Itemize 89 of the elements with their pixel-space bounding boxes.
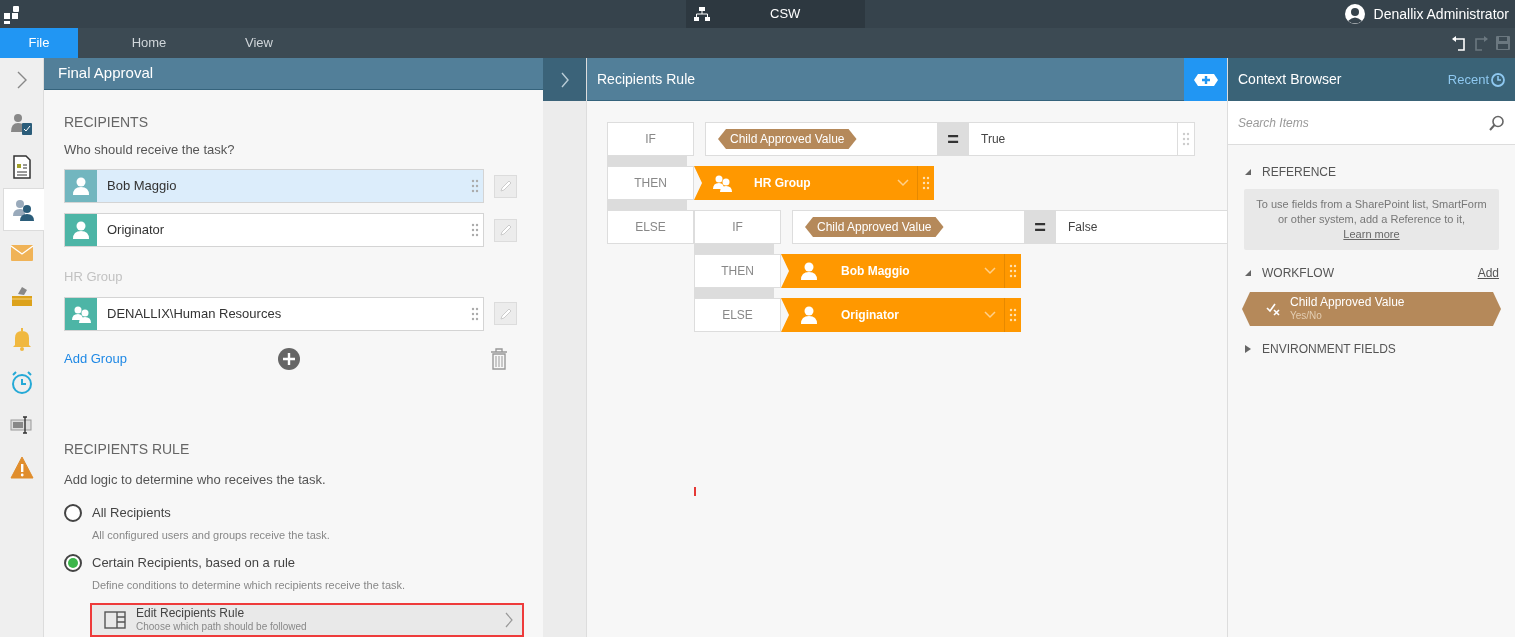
pencil-icon [498,179,513,193]
option-description: Define conditions to determine which recipients receive the task. [92,577,407,593]
user-icon [71,176,91,196]
drag-handle-icon [471,306,479,321]
operator-equals[interactable]: = [937,123,969,155]
triangle-right-icon [1244,345,1252,353]
add-icon[interactable] [276,346,301,371]
user-avatar-icon [1343,3,1366,25]
search-icon [1489,114,1505,131]
learn-more-link[interactable]: Learn more [1343,228,1400,240]
add-item-button[interactable] [1184,58,1227,101]
chevron-right-icon [504,612,514,628]
rail-tab[interactable] [3,188,44,231]
branch-label: THEN [607,166,694,200]
condition-value[interactable]: False [1056,218,1227,236]
pencil-icon [498,306,513,321]
triangle-down-icon [1244,269,1252,277]
info-text: To use fields from a SharePoint list, SmartForm or other system, add a Reference to it, Learn more [1244,189,1499,250]
user-icon [799,261,819,281]
search-field[interactable]: Search Items [1228,101,1515,145]
trash-icon[interactable] [490,347,508,370]
panel-title: Final Approval [44,58,543,90]
user-group-icon [712,173,732,193]
condition-value[interactable]: True [969,130,1177,148]
branch-label: ELSE [607,210,694,244]
hierarchy-icon [694,6,710,22]
section-heading: RECIPIENTS [64,112,149,130]
chevron-down-icon [984,311,996,319]
triangle-down-icon [1244,168,1252,176]
recipient-item[interactable]: Originator [64,213,484,247]
warning-icon [9,455,34,480]
app-grid-icon [2,4,22,24]
section-toggle[interactable]: ENVIRONMENT FIELDS [1244,340,1396,358]
user-name[interactable]: Denallix Administrator [1373,3,1509,25]
recipient-item[interactable]: DENALLIX\Human Resources [64,296,484,331]
section-toggle[interactable]: WORKFLOW [1244,264,1334,282]
panel-title: Context Browser [1238,70,1342,89]
branch-label: IF [694,210,781,244]
chevron-right-icon [559,71,570,88]
plus-tag-icon [1192,72,1219,87]
recipient-item[interactable]: Bob Maggio [64,169,484,203]
menu-tab[interactable]: View [220,28,298,58]
radio-label[interactable]: Certain Recipients, based on a rule [92,553,296,573]
edit-button[interactable] [494,302,517,325]
redo-icon [1473,35,1489,51]
panel-title: Recipients Rule [587,58,1184,101]
menu-tab[interactable]: Home [110,28,188,58]
undo-icon [1451,35,1467,51]
button-title: Edit Recipients Rule [136,606,246,620]
pencil-icon [498,223,513,237]
radio-button[interactable] [64,553,82,572]
add-group-link[interactable]: Add Group [64,348,127,369]
prompt-text: Add logic to determine who receives the task. [64,470,327,489]
prompt-text: Who should receive the task? [64,140,236,159]
chevron-down-icon [897,179,909,187]
user-icon [799,305,819,325]
check-cross-icon [1266,302,1280,316]
edit-rule-button[interactable]: Edit Recipients Rule Choose which path should be followed [90,603,524,637]
radio-label[interactable]: All Recipients [92,503,171,523]
drag-handle-icon [471,179,479,193]
branch-label: THEN [694,254,781,288]
drag-handle-icon [471,223,479,237]
search-input[interactable]: Search Items [1238,113,1489,132]
edit-button[interactable] [494,174,517,198]
radio-button[interactable] [64,503,82,522]
save-icon [1495,35,1511,51]
option-description: All configured users and groups receive the task. [92,527,331,543]
timer-icon [9,369,34,394]
edit-button[interactable] [494,218,517,242]
document-tab[interactable]: CSW [686,0,865,28]
add-link[interactable]: Add [1477,264,1499,282]
layout-icon [104,611,126,629]
branch-label: ELSE [694,298,781,332]
text-cursor [694,487,696,496]
person-clipboard-icon [9,111,34,136]
section-toggle[interactable]: REFERENCE [1244,163,1336,181]
expand-chevron-icon [15,71,28,89]
people-icon [12,197,36,222]
condition-row[interactable]: Child Approved Value = True [705,122,1195,156]
chevron-down-icon [984,267,996,275]
user-icon [71,220,91,240]
recent-button[interactable]: Recent [1447,69,1505,90]
condition-row[interactable]: Child Approved Value = False [792,210,1227,244]
collapse-button[interactable] [543,58,586,101]
clock-icon [1491,72,1505,87]
branch-label: IF [607,122,694,156]
section-heading: RECIPIENTS RULE [64,439,191,459]
operator-equals[interactable]: = [1024,211,1056,243]
button-subtitle: Choose which path should be followed [136,620,307,634]
